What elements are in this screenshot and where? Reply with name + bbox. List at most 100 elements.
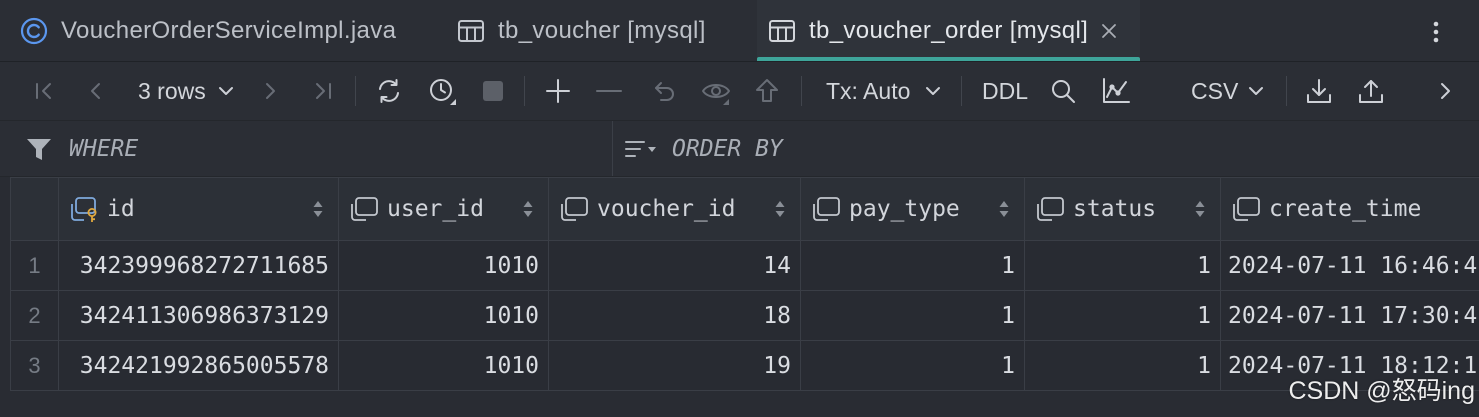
cell-pay-type[interactable]: 1 (800, 240, 1025, 291)
cell-user-id[interactable]: 1010 (338, 290, 549, 341)
toolbar-separator (1286, 76, 1287, 106)
sort-icon[interactable] (1194, 198, 1206, 220)
sort-icon[interactable] (522, 198, 534, 220)
cell-status[interactable]: 1 (1024, 340, 1221, 391)
column-header-label: status (1073, 196, 1157, 222)
more-tabs-icon[interactable] (1426, 19, 1446, 45)
cell-create-time[interactable]: 2024-07-11 17:30:4 (1220, 290, 1479, 341)
column-header-create-time[interactable]: create_time (1220, 177, 1479, 241)
download-icon[interactable] (1305, 77, 1333, 105)
cell-status[interactable]: 1 (1024, 290, 1221, 341)
cell-id[interactable]: 342399968272711685 (58, 240, 339, 291)
chevron-down-icon[interactable] (1247, 82, 1265, 100)
filter-bar (0, 120, 1479, 177)
cell-pay-type[interactable]: 1 (800, 340, 1025, 391)
where-filter-input[interactable] (69, 121, 599, 176)
header-row: id user_id voucher_id pay_type status cr… (10, 177, 1479, 241)
tab-label: tb_voucher_order [mysql] (809, 16, 1089, 44)
column-header-pay-type[interactable]: pay_type (800, 177, 1025, 241)
row-number-header[interactable] (10, 177, 59, 241)
table-row[interactable]: 3 342421992865005578 1010 19 1 1 2024-07… (10, 340, 1479, 391)
cell-status[interactable]: 1 (1024, 240, 1221, 291)
tab-label: VoucherOrderServiceImpl.java (61, 16, 397, 44)
preview-changes-icon[interactable] (701, 76, 731, 106)
next-page-icon[interactable] (256, 77, 284, 105)
data-editor-toolbar: 3 rows Tx: Auto DDL CSV (0, 62, 1479, 120)
row-number[interactable]: 3 (10, 340, 59, 391)
watermark: CSDN @怒码ing (1288, 377, 1475, 405)
sort-order-icon[interactable] (623, 135, 659, 163)
toolbar-separator (355, 76, 356, 106)
row-number[interactable]: 2 (10, 290, 59, 341)
column-icon (1233, 197, 1260, 221)
tab-tb-voucher-order[interactable]: tb_voucher_order [mysql] (757, 0, 1140, 61)
tab-tb-voucher[interactable]: tb_voucher [mysql] (456, 0, 706, 61)
sort-icon[interactable] (312, 198, 324, 220)
export-format-selector[interactable]: CSV (1191, 62, 1238, 120)
stop-icon[interactable] (479, 77, 507, 105)
column-icon (561, 197, 588, 221)
column-header-status[interactable]: status (1024, 177, 1221, 241)
column-header-label: create_time (1269, 196, 1422, 222)
cell-user-id[interactable]: 1010 (338, 240, 549, 291)
cell-id[interactable]: 342421992865005578 (58, 340, 339, 391)
column-header-voucher-id[interactable]: voucher_id (548, 177, 801, 241)
column-icon (351, 197, 378, 221)
chart-icon[interactable] (1101, 76, 1131, 106)
ddl-button[interactable]: DDL (982, 62, 1028, 120)
column-header-content: user_id (340, 179, 548, 240)
column-header-user-id[interactable]: user_id (338, 177, 549, 241)
tab-label: tb_voucher [mysql] (498, 16, 706, 44)
cell-voucher-id[interactable]: 14 (548, 240, 801, 291)
primary-key-column-icon (71, 197, 97, 222)
cell-pay-type[interactable]: 1 (800, 290, 1025, 341)
active-tab-indicator (757, 57, 1140, 61)
more-icon[interactable] (1432, 77, 1460, 105)
delete-row-icon[interactable] (595, 77, 623, 105)
editor-tab-bar: VoucherOrderServiceImpl.java tb_voucher … (0, 0, 1479, 62)
toolbar-separator (524, 76, 525, 106)
revert-icon[interactable] (649, 77, 677, 105)
cell-create-time[interactable]: 2024-07-11 16:46:4 (1220, 240, 1479, 291)
table-row[interactable]: 2 342411306986373129 1010 18 1 1 2024-07… (10, 290, 1479, 341)
cell-voucher-id[interactable]: 19 (548, 340, 801, 391)
order-by-input[interactable] (672, 121, 1462, 176)
table-row[interactable]: 1 342399968272711685 1010 14 1 1 2024-07… (10, 240, 1479, 291)
column-header-label: voucher_id (597, 196, 736, 222)
sort-icon[interactable] (998, 198, 1010, 220)
cell-id[interactable]: 342411306986373129 (58, 290, 339, 341)
submit-icon[interactable] (753, 77, 781, 105)
close-icon[interactable] (1099, 21, 1119, 41)
tab-voucher-order-service-impl[interactable]: VoucherOrderServiceImpl.java (19, 0, 396, 61)
sort-icon[interactable] (774, 198, 786, 220)
filter-icon[interactable] (25, 135, 53, 163)
table-icon (458, 19, 484, 42)
refresh-icon[interactable] (374, 76, 404, 106)
search-icon[interactable] (1049, 77, 1077, 105)
toolbar-separator (801, 76, 802, 106)
column-header-content: create_time (1222, 179, 1479, 240)
column-header-id[interactable]: id (58, 177, 339, 241)
transaction-mode-selector[interactable]: Tx: Auto (826, 62, 910, 120)
column-icon (1037, 197, 1064, 221)
row-count-selector[interactable]: 3 rows (138, 62, 206, 120)
column-icon (813, 197, 840, 221)
toolbar-separator (961, 76, 962, 106)
first-page-icon[interactable] (31, 77, 59, 105)
history-icon[interactable] (427, 76, 457, 106)
previous-page-icon[interactable] (82, 77, 110, 105)
cell-user-id[interactable]: 1010 (338, 340, 549, 391)
add-row-icon[interactable] (544, 77, 572, 105)
row-number[interactable]: 1 (10, 240, 59, 291)
result-grid: id user_id voucher_id pay_type status cr… (10, 177, 1479, 391)
chevron-down-icon[interactable] (924, 82, 942, 100)
column-header-content: pay_type (802, 179, 1024, 240)
chevron-down-icon[interactable] (217, 82, 235, 100)
cell-voucher-id[interactable]: 18 (548, 290, 801, 341)
table-icon (769, 19, 795, 42)
filter-separator (612, 121, 613, 176)
last-page-icon[interactable] (308, 77, 336, 105)
column-header-label: pay_type (849, 196, 960, 222)
column-header-label: user_id (387, 196, 484, 222)
upload-icon[interactable] (1357, 77, 1385, 105)
